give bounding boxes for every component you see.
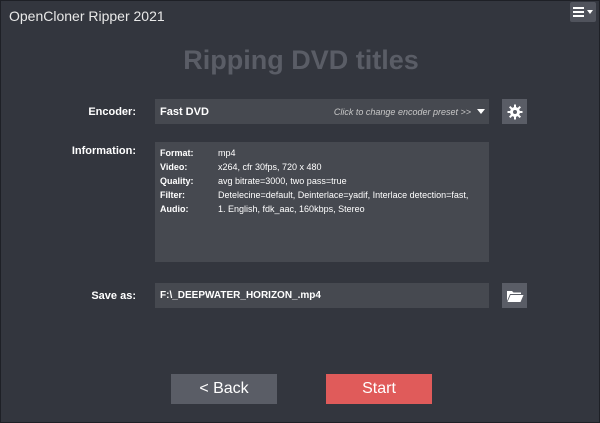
info-value: x264, cfr 30fps, 720 x 480	[218, 162, 322, 172]
information-label: Information:	[71, 145, 136, 157]
info-key: Audio:	[160, 204, 189, 214]
encoder-settings-button[interactable]	[502, 99, 527, 124]
app-window: OpenCloner Ripper 2021 Ripping DVD title…	[0, 0, 600, 423]
chevron-down-icon	[587, 10, 593, 14]
app-title: OpenCloner Ripper 2021	[9, 8, 165, 24]
encoder-preset-value: Fast DVD	[160, 106, 209, 118]
chevron-down-icon	[477, 109, 485, 114]
save-as-label: Save as:	[91, 290, 136, 302]
main-menu-button[interactable]	[570, 2, 596, 22]
info-value: 1. English, fdk_aac, 160kbps, Stereo	[218, 204, 365, 214]
hamburger-menu-icon	[573, 7, 584, 17]
info-value: Detelecine=default, Deinterlace=yadif, I…	[218, 190, 469, 200]
info-key: Filter:	[160, 190, 186, 200]
page-title: Ripping DVD titles	[183, 45, 419, 75]
folder-open-icon	[506, 290, 523, 302]
browse-folder-button[interactable]	[502, 283, 527, 308]
encoder-preset-select[interactable]: Fast DVD Click to change encoder preset …	[155, 99, 489, 124]
start-button[interactable]: Start	[326, 374, 432, 404]
info-value: avg bitrate=3000, two pass=true	[218, 176, 347, 186]
information-panel: Format: mp4 Video: x264, cfr 30fps, 720 …	[155, 142, 489, 262]
encoder-label: Encoder:	[88, 106, 136, 118]
encoder-preset-hint: Click to change encoder preset >>	[333, 107, 471, 117]
save-as-input[interactable]	[155, 283, 485, 308]
info-key: Video:	[160, 162, 188, 172]
back-button[interactable]: < Back	[171, 374, 277, 404]
info-value: mp4	[218, 148, 236, 158]
info-key: Format:	[160, 148, 194, 158]
save-as-field[interactable]	[155, 283, 489, 308]
info-key: Quality:	[160, 176, 194, 186]
gear-icon	[507, 104, 522, 119]
